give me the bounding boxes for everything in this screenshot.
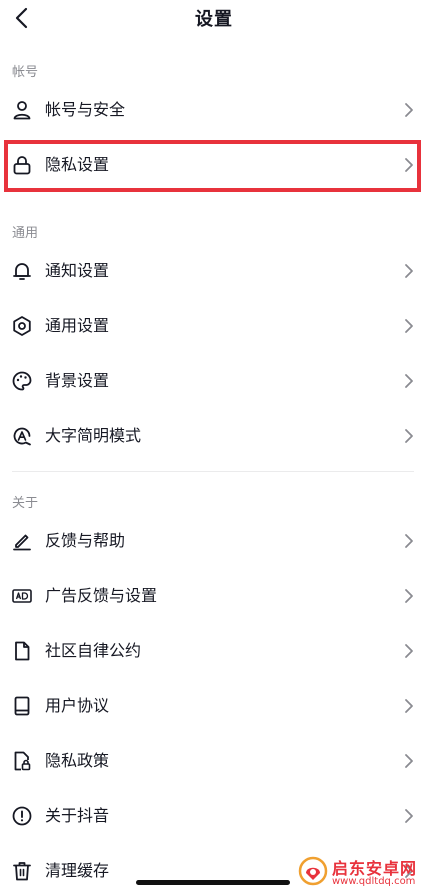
section-divider bbox=[12, 471, 414, 472]
palette-icon bbox=[11, 370, 33, 392]
chevron-right-icon bbox=[405, 754, 413, 768]
row-privacy-policy[interactable]: 隐私政策 bbox=[0, 739, 428, 783]
section-label-general: 通用 bbox=[12, 226, 39, 241]
font-size-icon bbox=[11, 425, 33, 447]
highlight-annotation-box bbox=[4, 140, 421, 192]
row-large-text-mode[interactable]: 大字简明模式 bbox=[0, 414, 428, 458]
row-label: 广告反馈与设置 bbox=[45, 586, 158, 605]
row-account-security[interactable]: 帐号与安全 bbox=[0, 88, 428, 132]
chevron-right-icon bbox=[405, 429, 413, 443]
row-label: 通知设置 bbox=[45, 261, 110, 280]
row-ad-feedback-settings[interactable]: 广告反馈与设置 bbox=[0, 574, 428, 618]
watermark-logo-icon bbox=[298, 856, 328, 886]
row-about-douyin[interactable]: 关于抖音 bbox=[0, 794, 428, 838]
row-label: 帐号与安全 bbox=[45, 100, 126, 119]
row-label: 反馈与帮助 bbox=[45, 531, 126, 550]
chevron-right-icon bbox=[405, 374, 413, 388]
site-watermark: 启东安卓网 www.qdltdq.com bbox=[298, 852, 426, 892]
row-community-guidelines[interactable]: 社区自律公约 bbox=[0, 629, 428, 673]
chevron-right-icon bbox=[405, 319, 413, 333]
bell-icon bbox=[11, 260, 33, 282]
info-icon bbox=[11, 805, 33, 827]
gear-icon bbox=[11, 315, 33, 337]
row-label: 隐私政策 bbox=[45, 751, 110, 770]
row-notification-settings[interactable]: 通知设置 bbox=[0, 249, 428, 293]
row-feedback-help[interactable]: 反馈与帮助 bbox=[0, 519, 428, 563]
book-icon bbox=[11, 695, 33, 717]
page-title: 设置 bbox=[195, 9, 233, 30]
watermark-url: www.qdltdq.com bbox=[332, 876, 416, 887]
chevron-right-icon bbox=[405, 534, 413, 548]
chevron-right-icon bbox=[405, 103, 413, 117]
row-label: 清理缓存 bbox=[45, 861, 110, 880]
pencil-icon bbox=[11, 530, 33, 552]
chevron-right-icon bbox=[405, 644, 413, 658]
chevron-right-icon bbox=[405, 589, 413, 603]
chevron-right-icon bbox=[405, 699, 413, 713]
chevron-right-icon bbox=[405, 809, 413, 823]
ad-icon bbox=[11, 585, 33, 607]
row-label: 用户协议 bbox=[45, 696, 110, 715]
section-label-about: 关于 bbox=[12, 496, 39, 511]
row-label: 大字简明模式 bbox=[45, 426, 142, 445]
locked-document-icon bbox=[11, 750, 33, 772]
row-label: 背景设置 bbox=[45, 371, 110, 390]
document-icon bbox=[11, 640, 33, 662]
row-general-settings[interactable]: 通用设置 bbox=[0, 304, 428, 348]
home-indicator bbox=[136, 880, 290, 885]
row-label: 关于抖音 bbox=[45, 806, 110, 825]
section-label-account: 帐号 bbox=[12, 65, 39, 80]
row-label: 通用设置 bbox=[45, 316, 110, 335]
row-user-agreement[interactable]: 用户协议 bbox=[0, 684, 428, 728]
top-bar: 设置 bbox=[0, 0, 428, 36]
user-icon bbox=[11, 99, 33, 121]
chevron-right-icon bbox=[405, 264, 413, 278]
row-background-settings[interactable]: 背景设置 bbox=[0, 359, 428, 403]
row-label: 社区自律公约 bbox=[45, 641, 142, 660]
trash-icon bbox=[11, 860, 33, 882]
